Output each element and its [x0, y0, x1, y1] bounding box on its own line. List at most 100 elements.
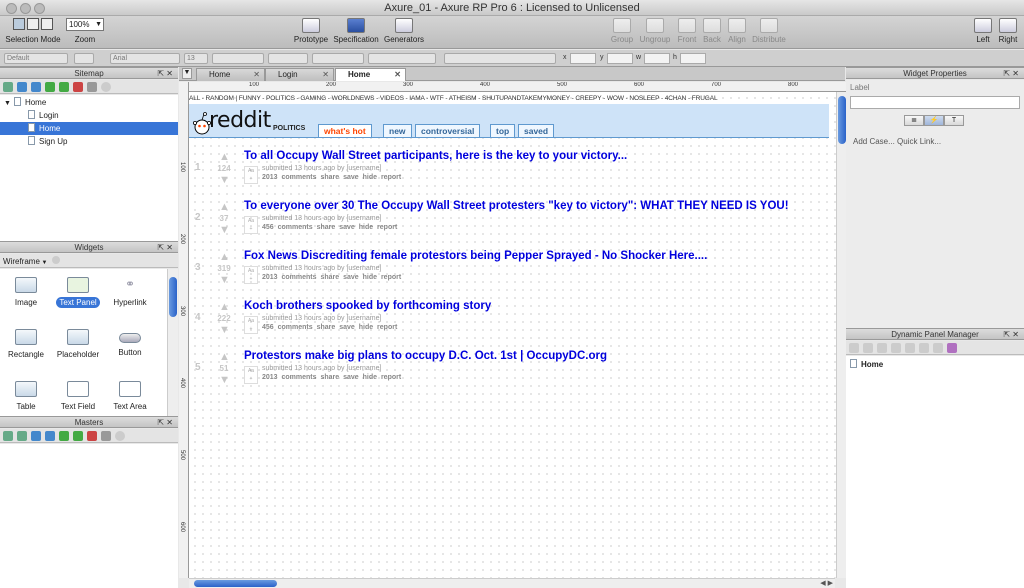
zoom-select[interactable]: 100% ▼ [66, 18, 104, 31]
generators-button[interactable]: Generators [383, 18, 425, 44]
indent-icon[interactable] [59, 431, 69, 441]
tab-whats-hot[interactable]: what's hot [318, 124, 372, 137]
widget-rectangle[interactable]: Rectangle [0, 329, 52, 360]
search-icon[interactable] [52, 256, 61, 264]
scroll-thumb[interactable] [169, 277, 177, 317]
upvote-arrow-icon[interactable]: ▲ [219, 202, 230, 213]
post-action-links[interactable]: 2013 comments share save hide report [262, 174, 401, 181]
align-button[interactable]: Align [725, 18, 749, 44]
minimize-window-button[interactable] [20, 3, 31, 14]
page-properties-icon[interactable] [87, 82, 97, 92]
move-up-icon[interactable] [17, 82, 27, 92]
delete-state-icon[interactable] [919, 343, 929, 353]
sitemap-item-home-root[interactable]: ▼ Home [0, 96, 178, 109]
front-button[interactable]: Front [674, 18, 700, 44]
add-master-icon[interactable] [3, 431, 13, 441]
font-size-select[interactable]: 13 [184, 53, 208, 64]
design-canvas[interactable]: ALL - RANDOM | FUNNY - POLITICS - GAMING… [189, 92, 836, 578]
close-icon[interactable]: ✕ [253, 69, 260, 81]
annotations-tab[interactable]: ≣ [904, 115, 924, 126]
delete-master-icon[interactable] [87, 431, 97, 441]
panel-controls-icon[interactable]: ⇱ ✕ [1003, 68, 1019, 79]
post-action-links[interactable]: 456 comments share save hide report [262, 224, 397, 231]
style-select[interactable]: Default [4, 53, 68, 64]
interaction-links[interactable]: Add Case... Quick Link... [853, 137, 941, 146]
panel-controls-icon[interactable]: ⇱ ✕ [1003, 329, 1019, 340]
widget-image[interactable]: Image [0, 277, 52, 308]
move-down-icon[interactable] [31, 82, 41, 92]
canvas-horizontal-scrollbar[interactable]: ◀ ▶ [189, 578, 835, 588]
post-title-link[interactable]: To everyone over 30 The Occupy Wall Stre… [244, 200, 789, 212]
scroll-arrows-icon[interactable]: ◀ ▶ [820, 579, 833, 587]
scroll-thumb[interactable] [838, 96, 846, 144]
downvote-arrow-icon[interactable]: ▼ [219, 275, 230, 286]
sitemap-item-login[interactable]: Login [0, 109, 178, 122]
search-icon[interactable] [115, 431, 125, 441]
scroll-thumb[interactable] [194, 580, 277, 587]
text-style-buttons[interactable] [212, 53, 264, 64]
add-state-icon[interactable] [849, 343, 859, 353]
outdent-icon[interactable] [59, 82, 69, 92]
panel-controls-icon[interactable]: ⇱ ✕ [157, 68, 173, 79]
tab-saved[interactable]: saved [518, 124, 555, 137]
post-title-link[interactable]: Protestors make big plans to occupy D.C.… [244, 350, 607, 362]
reddit-wordmark[interactable]: reddit [209, 110, 271, 132]
prototype-button[interactable]: Prototype [291, 18, 331, 44]
close-icon[interactable]: ✕ [322, 69, 329, 81]
style-edit-button[interactable] [74, 53, 94, 64]
move-up-icon[interactable] [877, 343, 887, 353]
downvote-arrow-icon[interactable]: ▼ [219, 225, 230, 236]
sitemap-item-home[interactable]: Home [0, 122, 178, 135]
downvote-arrow-icon[interactable]: ▼ [219, 375, 230, 386]
tab-login[interactable]: Login ✕ [265, 68, 334, 81]
widget-text-field[interactable]: Text Field [52, 381, 104, 412]
tab-new[interactable]: new [383, 124, 412, 137]
widget-button[interactable]: Button [104, 329, 156, 358]
post-action-links[interactable]: 2013 comments share save hide report [262, 374, 401, 381]
post-action-links[interactable]: 2013 comments share save hide report [262, 274, 401, 281]
left-panel-button[interactable]: Left [972, 18, 994, 44]
zoom-control[interactable]: 100% ▼ Zoom [66, 18, 104, 44]
arrange-buttons[interactable] [444, 53, 556, 64]
selection-mode-button[interactable]: Selection Mode [4, 18, 62, 44]
panel-controls-icon[interactable]: ⇱ ✕ [157, 417, 173, 428]
search-icon[interactable] [101, 82, 111, 92]
widget-table[interactable]: Table [0, 381, 52, 412]
post-title-link[interactable]: To all Occupy Wall Street participants, … [244, 150, 627, 162]
y-input[interactable] [607, 53, 633, 64]
formatting-tab[interactable]: T [944, 115, 964, 126]
upvote-arrow-icon[interactable]: ▲ [219, 302, 230, 313]
delete-page-icon[interactable] [73, 82, 83, 92]
w-input[interactable] [644, 53, 670, 64]
post-title-link[interactable]: Fox News Discrediting female protestors … [244, 250, 707, 262]
close-icon[interactable]: ✕ [394, 69, 401, 81]
h-input[interactable] [680, 53, 706, 64]
move-up-icon[interactable] [31, 431, 41, 441]
downvote-arrow-icon[interactable]: ▼ [219, 175, 230, 186]
line-style-buttons[interactable] [368, 53, 436, 64]
post-action-links[interactable]: 456 comments share save hide report [262, 324, 397, 331]
tab-home-1[interactable]: Home ✕ [196, 68, 265, 81]
dynamic-panel-item-home[interactable]: Home [846, 358, 1024, 371]
widgets-scrollbar[interactable] [167, 269, 178, 416]
panel-view-icon[interactable] [947, 343, 957, 353]
add-page-icon[interactable] [3, 82, 13, 92]
widget-placeholder[interactable]: Placeholder [52, 329, 104, 360]
sitemap-item-sign-up[interactable]: Sign Up [0, 135, 178, 148]
widget-hyperlink[interactable]: ⚭ Hyperlink [104, 277, 156, 308]
upvote-arrow-icon[interactable]: ▲ [219, 252, 230, 263]
interactions-tab[interactable]: ⚡ [924, 115, 944, 126]
close-window-button[interactable] [6, 3, 17, 14]
alignment-buttons[interactable] [312, 53, 364, 64]
tab-menu-chevron-icon[interactable]: ▼ [182, 68, 192, 79]
back-button[interactable]: Back [700, 18, 724, 44]
zoom-window-button[interactable] [34, 3, 45, 14]
specification-button[interactable]: Specification [333, 18, 379, 44]
right-panel-button[interactable]: Right [996, 18, 1020, 44]
x-input[interactable] [570, 53, 596, 64]
indent-icon[interactable] [45, 82, 55, 92]
disclosure-triangle-icon[interactable]: ▼ [4, 100, 11, 107]
tab-home-active[interactable]: Home ✕ [335, 68, 406, 81]
downvote-arrow-icon[interactable]: ▼ [219, 325, 230, 336]
outdent-icon[interactable] [73, 431, 83, 441]
